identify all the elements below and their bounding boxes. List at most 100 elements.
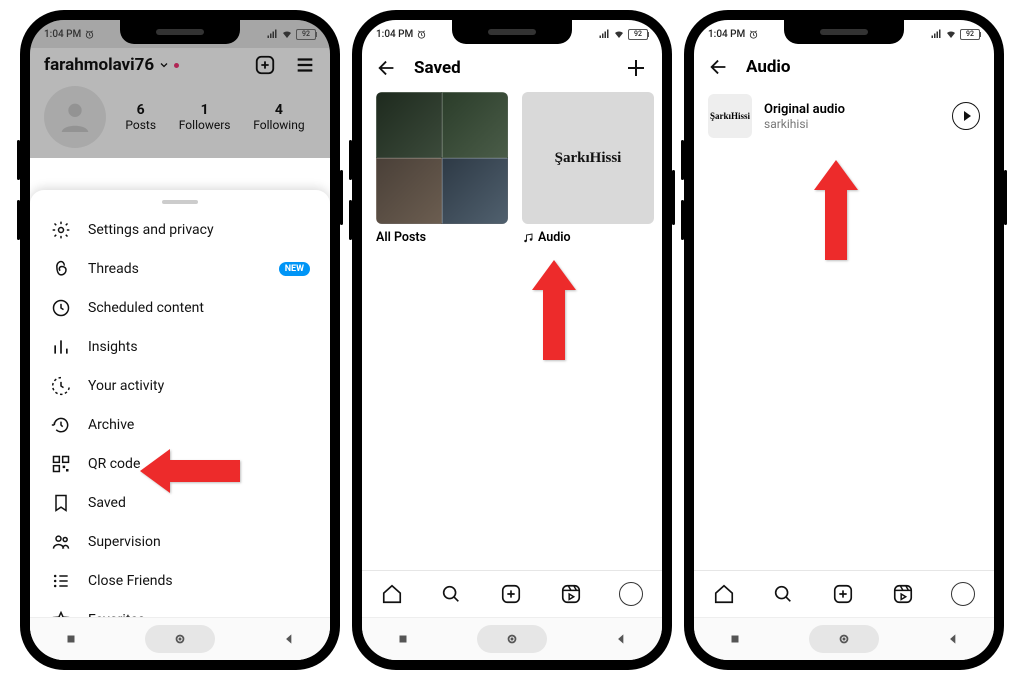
back-button[interactable] — [376, 57, 398, 79]
back-button[interactable] — [708, 56, 730, 78]
nav-home-icon[interactable] — [809, 625, 879, 653]
battery-icon: 92 — [628, 29, 648, 40]
collection-label: Audio — [522, 230, 654, 245]
username-dropdown[interactable]: farahmolavi76 — [44, 55, 179, 75]
menu-label: Settings and privacy — [88, 222, 214, 238]
nav-reels[interactable] — [560, 583, 582, 605]
nav-profile[interactable] — [951, 582, 975, 606]
nav-recent-icon[interactable] — [64, 632, 78, 646]
nav-back-icon[interactable] — [614, 632, 628, 646]
wifi-icon — [613, 28, 625, 40]
nav-search[interactable] — [772, 583, 794, 605]
create-button[interactable] — [254, 54, 276, 76]
phone-notch — [120, 20, 240, 44]
drag-handle[interactable] — [162, 200, 198, 204]
collection-audio[interactable]: ŞarkıHissi Audio — [522, 92, 654, 245]
avatar-icon — [619, 582, 643, 606]
menu-scheduled[interactable]: Scheduled content — [30, 288, 330, 327]
collection-thumbnail: ŞarkıHissi — [522, 92, 654, 224]
title-bar: Saved — [362, 48, 662, 88]
audio-artist: sarkihisi — [764, 117, 845, 131]
phone-notch — [452, 20, 572, 44]
menu-activity[interactable]: Your activity — [30, 366, 330, 405]
nav-reels[interactable] — [892, 583, 914, 605]
play-icon — [964, 111, 971, 121]
profile-menu-sheet: Settings and privacy Threads NEW Schedul… — [30, 190, 330, 660]
hamburger-menu-button[interactable] — [294, 54, 316, 76]
menu-supervision[interactable]: Supervision — [30, 522, 330, 561]
nav-back-icon[interactable] — [282, 632, 296, 646]
annotation-arrow-audio — [532, 260, 576, 360]
nav-create[interactable] — [832, 583, 854, 605]
audio-track-row[interactable]: ŞarkıHissi Original audio sarkihisi — [694, 86, 994, 146]
star-icon — [50, 610, 72, 618]
list-icon — [50, 571, 72, 591]
battery-icon: 92 — [960, 29, 980, 40]
nav-back-icon[interactable] — [946, 632, 960, 646]
nav-profile[interactable] — [619, 582, 643, 606]
status-time: 1:04 PM — [376, 29, 413, 40]
menu-archive[interactable]: Archive — [30, 405, 330, 444]
stat-posts[interactable]: 6Posts — [125, 102, 156, 132]
play-button[interactable] — [952, 102, 980, 130]
nav-search[interactable] — [440, 583, 462, 605]
gear-icon — [50, 220, 72, 240]
profile-header: farahmolavi76 6Posts — [30, 48, 330, 158]
notification-dot-icon — [174, 63, 179, 68]
menu-label: Scheduled content — [88, 300, 204, 316]
nav-recent-icon[interactable] — [396, 632, 410, 646]
alarm-icon — [84, 29, 95, 40]
alarm-icon — [416, 29, 427, 40]
menu-label: Your activity — [88, 378, 164, 394]
menu-threads[interactable]: Threads NEW — [30, 249, 330, 288]
threads-icon — [50, 259, 72, 279]
phone-3: 1:04 PM 92 Audio ŞarkıHissi Original aud… — [684, 10, 1004, 670]
nav-home-icon[interactable] — [477, 625, 547, 653]
android-nav-bar — [30, 617, 330, 660]
title-bar: Audio — [694, 48, 994, 86]
profile-avatar[interactable] — [44, 86, 106, 148]
signal-icon — [598, 28, 610, 40]
annotation-arrow-saved — [140, 449, 240, 493]
wifi-icon — [945, 28, 957, 40]
menu-label: Threads — [88, 261, 139, 277]
phone-2: 1:04 PM 92 Saved All Posts ŞarkıHissi — [352, 10, 672, 670]
battery-icon: 92 — [296, 29, 316, 40]
add-collection-button[interactable] — [624, 56, 648, 80]
menu-label: Close Friends — [88, 573, 173, 589]
signal-icon — [266, 28, 278, 40]
stat-following[interactable]: 4Following — [253, 102, 304, 132]
menu-label: Supervision — [88, 534, 161, 550]
menu-insights[interactable]: Insights — [30, 327, 330, 366]
person-icon — [55, 97, 95, 137]
menu-close-friends[interactable]: Close Friends — [30, 561, 330, 600]
status-time: 1:04 PM — [708, 29, 745, 40]
menu-label: Archive — [88, 417, 134, 433]
clock-icon — [50, 298, 72, 318]
menu-favorites[interactable]: Favorites — [30, 600, 330, 617]
collection-label: All Posts — [376, 230, 508, 245]
nav-home-icon[interactable] — [145, 625, 215, 653]
nav-home[interactable] — [381, 583, 403, 605]
android-nav-bar — [694, 617, 994, 660]
chevron-down-icon — [158, 59, 170, 71]
music-note-icon — [522, 232, 534, 244]
avatar-icon — [951, 582, 975, 606]
status-time: 1:04 PM — [44, 29, 81, 40]
menu-settings[interactable]: Settings and privacy — [30, 210, 330, 249]
stat-followers[interactable]: 1Followers — [179, 102, 231, 132]
bookmark-icon — [50, 493, 72, 513]
nav-recent-icon[interactable] — [728, 632, 742, 646]
android-nav-bar — [362, 617, 662, 660]
phone-notch — [784, 20, 904, 44]
nav-create[interactable] — [500, 583, 522, 605]
new-badge: NEW — [279, 262, 310, 276]
nav-home[interactable] — [713, 583, 735, 605]
menu-label: Saved — [88, 495, 126, 511]
alarm-icon — [748, 29, 759, 40]
instagram-nav-bar — [362, 570, 662, 617]
history-icon — [50, 415, 72, 435]
phone-1: 1:04 PM 92 farahmolavi76 — [20, 10, 340, 670]
qr-icon — [50, 454, 72, 474]
collection-all-posts[interactable]: All Posts — [376, 92, 508, 245]
